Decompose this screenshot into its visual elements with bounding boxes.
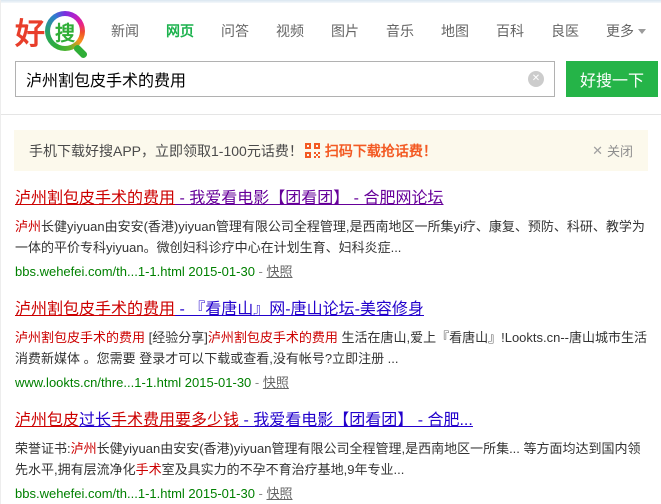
result-description: 荣誉证书:泸州长健yiyuan由安安(香港)yiyuan管理有限公司全程管理,是… (15, 438, 647, 480)
logo-text-sou: 搜 (50, 16, 80, 46)
nav-item-video[interactable]: 视频 (276, 21, 304, 41)
search-input[interactable] (16, 62, 518, 96)
result-url: bbs.wehefei.com/th...1-1.html (15, 486, 189, 501)
banner-promo-link[interactable]: 扫码下载抢话费！ (325, 141, 437, 161)
result-date: 2015-01-30 (188, 486, 255, 501)
header: 好 搜 新闻 网页 问答 视频 图片 音乐 地图 百科 良医 更多 ✕ 好搜一下 (1, 3, 661, 115)
promo-banner: 手机下载好搜APP，立即领取1-100元话费！ 扫码下载抢话费！ ✕ 关闭 (14, 130, 648, 171)
desc-keyword-highlight: 泸州割包皮手术的费用 (15, 330, 146, 345)
result-date: 2015-01-30 (188, 264, 255, 279)
search-result: 泸州割包皮手术的费用 - 我爱看电影【团看团】 - 合肥网论坛 泸州长健yiyu… (15, 189, 661, 280)
search-input-box: ✕ (15, 61, 555, 97)
close-icon: ✕ (592, 142, 603, 158)
title-text: - 我爱看电影【团看团】 - 合肥网论坛 (175, 190, 444, 207)
result-title-link[interactable]: 泸州割包皮手术的费用 - 『看唐山』网-唐山论坛-美容修身 (15, 300, 424, 320)
snapshot-link[interactable]: 快照 (267, 264, 293, 279)
clear-search-icon[interactable]: ✕ (528, 71, 544, 87)
result-title-link[interactable]: 泸州包皮过长手术费用要多少钱 - 我爱看电影【团看团】 - 合肥... (15, 411, 473, 431)
meta-separator: - (258, 486, 267, 501)
search-result: 泸州包皮过长手术费用要多少钱 - 我爱看电影【团看团】 - 合肥... 荣誉证书… (15, 411, 661, 502)
title-text: - 『看唐山』网-唐山论坛-美容修身 (175, 301, 424, 318)
nav-item-qa[interactable]: 问答 (221, 21, 249, 41)
meta-separator: - (258, 264, 267, 279)
nav-item-baike[interactable]: 百科 (496, 21, 524, 41)
title-keyword-highlight: 泸州割包皮手术的费用 (15, 190, 176, 207)
search-button[interactable]: 好搜一下 (566, 61, 658, 97)
nav-item-music[interactable]: 音乐 (386, 21, 414, 41)
desc-text: 室及具实力的不孕不育治疗基地,9年专业... (161, 462, 405, 477)
result-description: 泸州割包皮手术的费用 [经验分享]泸州割包皮手术的费用 生活在唐山,爱上『看唐山… (15, 327, 647, 369)
search-bar: ✕ 好搜一下 (15, 61, 661, 97)
logo-handle (72, 43, 89, 60)
desc-text: [经验分享] (145, 330, 208, 345)
title-keyword-highlight: 泸州割包皮手术的费用 (15, 301, 176, 318)
search-results-page: 好 搜 新闻 网页 问答 视频 图片 音乐 地图 百科 良医 更多 ✕ 好搜一下 手机下载好搜AP… (0, 0, 661, 504)
result-date: 2015-01-30 (184, 375, 252, 390)
desc-keyword-highlight: 泸州 (70, 441, 97, 456)
snapshot-link[interactable]: 快照 (263, 375, 289, 390)
meta-separator: - (254, 375, 263, 390)
desc-keyword-highlight: 手术 (135, 462, 162, 477)
nav-item-map[interactable]: 地图 (441, 21, 469, 41)
search-result: 泸州割包皮手术的费用 - 『看唐山』网-唐山论坛-美容修身 泸州割包皮手术的费用… (15, 300, 661, 391)
result-meta: www.lookts.cn/thre...1-1.html 2015-01-30… (15, 372, 661, 391)
banner-close-button[interactable]: ✕ 关闭 (592, 141, 633, 160)
qr-code-icon (304, 143, 320, 158)
chevron-down-icon (638, 29, 646, 34)
banner-text: 手机下载好搜APP，立即领取1-100元话费！ (29, 142, 303, 159)
logo-text-hao: 好 (15, 18, 45, 51)
result-title-link[interactable]: 泸州割包皮手术的费用 - 我爱看电影【团看团】 - 合肥网论坛 (15, 189, 443, 209)
haosou-logo[interactable]: 好 搜 (15, 9, 89, 60)
magnifier-logo-icon: 搜 (45, 11, 89, 60)
result-description: 泸州长健yiyuan由安安(香港)yiyuan管理有限公司全程管理,是西南地区一… (15, 216, 647, 258)
result-meta: bbs.wehefei.com/th...1-1.html 2015-01-30… (15, 261, 661, 280)
nav-list: 新闻 网页 问答 视频 图片 音乐 地图 百科 良医 更多 (111, 21, 646, 41)
nav-item-web[interactable]: 网页 (166, 21, 194, 41)
desc-text: 长健yiyuan由安安(香港)yiyuan管理有限公司全程管理,是西南地区一所集… (15, 219, 645, 255)
title-keyword-highlight: 泸州包皮 (15, 412, 80, 429)
close-label: 关闭 (606, 144, 633, 159)
nav-item-image[interactable]: 图片 (331, 21, 359, 41)
results: 泸州割包皮手术的费用 - 我爱看电影【团看团】 - 合肥网论坛 泸州长健yiyu… (1, 171, 661, 502)
desc-keyword-highlight: 泸州割包皮手术的费用 (207, 330, 338, 345)
result-url: www.lookts.cn/thre...1-1.html (15, 375, 185, 390)
title-text: 过长 (79, 412, 112, 429)
nav-item-news[interactable]: 新闻 (111, 21, 139, 41)
desc-text: 荣誉证书: (15, 441, 71, 456)
nav-item-liangyi[interactable]: 良医 (551, 21, 579, 41)
snapshot-link[interactable]: 快照 (267, 486, 293, 501)
desc-keyword-highlight: 泸州 (15, 219, 42, 234)
result-url: bbs.wehefei.com/th...1-1.html (15, 264, 189, 279)
nav-item-more[interactable]: 更多 (606, 21, 646, 41)
result-meta: bbs.wehefei.com/th...1-1.html 2015-01-30… (15, 483, 661, 502)
title-text: - 我爱看电影【团看团】 - 合肥... (239, 412, 473, 429)
title-keyword-highlight: 手术费用要多少钱 (111, 412, 240, 429)
